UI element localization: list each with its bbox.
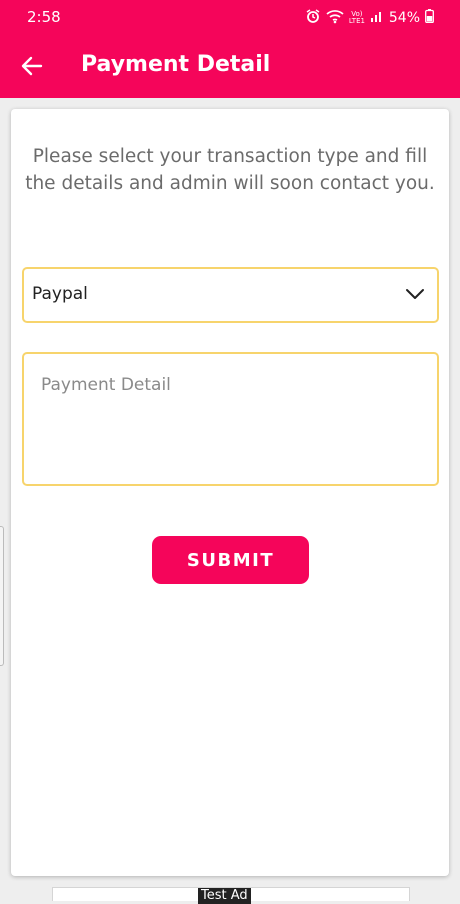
payment-detail-field[interactable]: Payment Detail — [22, 352, 439, 486]
chevron-down-icon — [405, 286, 425, 305]
battery-icon — [425, 9, 434, 27]
payment-detail-placeholder: Payment Detail — [41, 375, 171, 395]
battery-percent: 54% — [388, 10, 420, 26]
side-handle[interactable] — [0, 526, 4, 666]
submit-button[interactable]: SUBMIT — [152, 536, 309, 584]
app-bar: Payment Detail — [0, 36, 460, 98]
status-icons: Vo) LTE1 54% — [305, 8, 434, 28]
status-bar: 2:58 Vo) LTE1 54% — [0, 0, 460, 36]
transaction-type-value: Paypal — [32, 284, 88, 304]
wifi-icon — [326, 9, 344, 28]
instruction-text: Please select your transaction type and … — [25, 146, 435, 194]
transaction-type-select[interactable]: Paypal — [22, 267, 439, 323]
signal-icon — [370, 9, 384, 27]
payment-form-card: Please select your transaction type and … — [11, 109, 449, 876]
ad-label: Test Ad — [198, 888, 251, 904]
page-title: Payment Detail — [81, 52, 271, 77]
back-arrow-icon[interactable] — [18, 52, 46, 80]
ad-banner[interactable]: Test Ad — [52, 887, 410, 904]
alarm-icon — [305, 8, 321, 28]
status-time: 2:58 — [27, 8, 61, 26]
lte-icon: Vo) LTE1 — [348, 10, 365, 25]
